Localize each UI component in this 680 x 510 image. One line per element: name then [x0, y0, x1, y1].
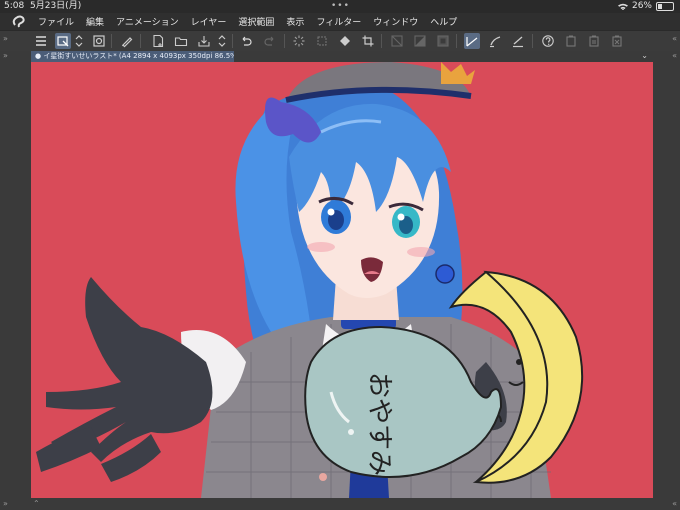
menu-file[interactable]: ファイル [38, 15, 74, 28]
chevron-down-icon[interactable]: ⌄ [641, 51, 648, 60]
menu-icon[interactable] [33, 33, 49, 49]
paste-icon[interactable] [586, 33, 602, 49]
menu-layer[interactable]: レイヤー [191, 15, 227, 28]
fill-icon[interactable] [337, 33, 353, 49]
redo-icon[interactable] [262, 33, 278, 49]
undo-icon[interactable] [238, 33, 254, 49]
wifi-icon [617, 3, 628, 10]
up-down-icon[interactable] [217, 33, 227, 49]
panel-collapse-right-icon[interactable]: « [672, 34, 677, 43]
loading-icon[interactable] [291, 33, 307, 49]
navigator-icon[interactable] [91, 33, 107, 49]
artwork: おやすみ [31, 62, 653, 498]
status-bar: 5:08 5月23日(月) ••• 26% [0, 0, 680, 13]
chevron-up-icon[interactable]: ⌃ [33, 499, 40, 508]
help-icon[interactable] [540, 33, 556, 49]
clip-studio-logo-icon[interactable] [10, 15, 30, 29]
menu-edit[interactable]: 編集 [86, 15, 104, 28]
open-folder-icon[interactable] [173, 33, 189, 49]
document-tab-bar: » « ● イ星街すいせいラスト* (A4 2894 x 4093px 350d… [0, 51, 680, 62]
new-file-icon[interactable] [150, 33, 166, 49]
multitask-dots[interactable]: ••• [331, 0, 350, 13]
copy-icon[interactable] [563, 33, 579, 49]
transform-icon[interactable] [314, 33, 330, 49]
ruler-icon[interactable] [464, 33, 480, 49]
crop-icon[interactable] [360, 33, 376, 49]
speech-bubble-text: おやすみ [364, 372, 394, 476]
command-bar: » « [0, 30, 680, 52]
clear-icon[interactable] [389, 33, 405, 49]
fill-selection-icon[interactable] [412, 33, 428, 49]
document-tab[interactable]: ● イ星街すいせいラスト* (A4 2894 x 4093px 350dpi 8… [31, 51, 234, 62]
menu-selection[interactable]: 選択範囲 [238, 15, 274, 28]
battery-icon [656, 2, 674, 11]
pen-icon[interactable] [119, 33, 135, 49]
panel-collapse-right-icon[interactable]: « [672, 51, 677, 60]
menu-view[interactable]: 表示 [286, 15, 304, 28]
up-down-icon[interactable] [74, 33, 84, 49]
select-layer-icon[interactable] [55, 33, 71, 49]
stroke-icon[interactable] [487, 33, 503, 49]
menu-filter[interactable]: フィルター [316, 15, 361, 28]
battery-percent: 26% [631, 1, 652, 11]
menu-bar: ファイル 編集 アニメーション レイヤー 選択範囲 表示 フィルター ウィンドウ… [0, 13, 680, 30]
panel-collapse-right-icon[interactable]: « [672, 499, 677, 508]
bottom-bar: » ⌃ « [0, 498, 680, 510]
document-tab-title: イ星街すいせいラスト* (A4 2894 x 4093px 350dpi 86.… [43, 52, 234, 60]
save-icon[interactable] [196, 33, 212, 49]
menu-help[interactable]: ヘルプ [430, 15, 457, 28]
invert-icon[interactable] [435, 33, 451, 49]
panel-collapse-left-icon[interactable]: » [3, 499, 8, 508]
menu-animation[interactable]: アニメーション [116, 15, 179, 28]
status-date: 5月23日(月) [30, 1, 82, 11]
delete-icon[interactable] [609, 33, 625, 49]
drawing-canvas[interactable]: おやすみ [31, 62, 653, 498]
menu-window[interactable]: ウィンドウ [373, 15, 418, 28]
status-time: 5:08 [4, 1, 25, 11]
panel-collapse-left-icon[interactable]: » [3, 34, 8, 43]
correct-line-icon[interactable] [510, 33, 526, 49]
panel-collapse-left-icon[interactable]: » [3, 51, 8, 60]
